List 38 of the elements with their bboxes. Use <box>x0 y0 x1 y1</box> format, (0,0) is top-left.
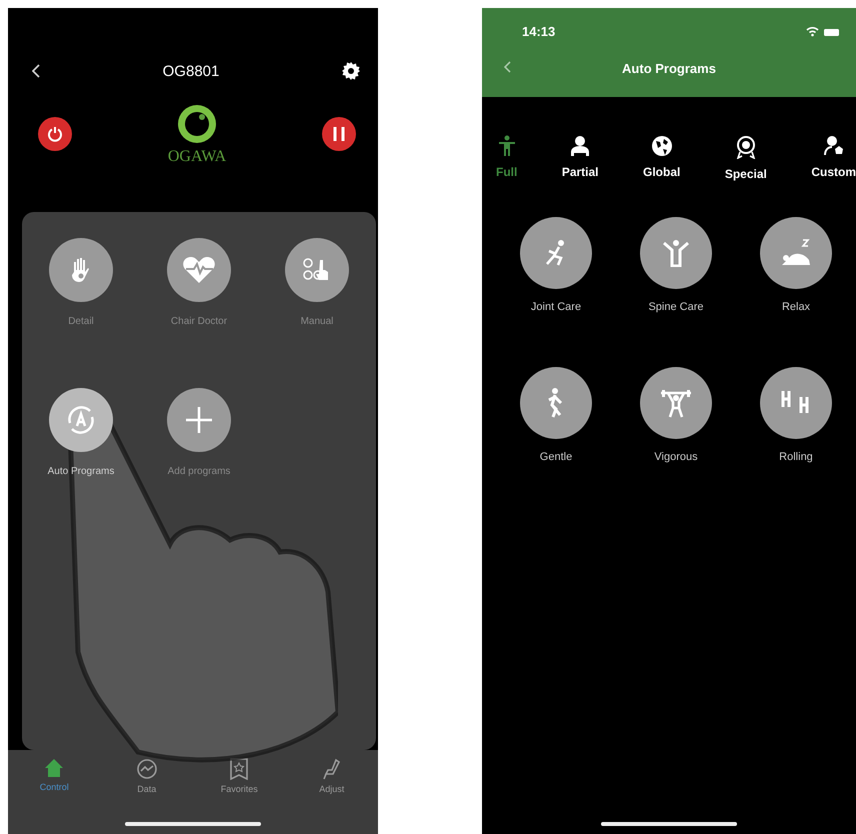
power-button[interactable] <box>38 117 72 151</box>
arms-raised-figure-icon <box>662 239 690 267</box>
back-button[interactable] <box>32 64 40 78</box>
status-time: 14:13 <box>522 24 556 39</box>
category-tab[interactable]: Full <box>496 135 518 181</box>
star-badge-icon <box>229 758 250 780</box>
device-title: OG8801 <box>162 62 220 80</box>
program-button[interactable]: Joint Care <box>496 217 616 327</box>
mode-button[interactable]: Auto Programs <box>22 388 140 498</box>
chair-icon <box>322 758 342 780</box>
home-icon <box>44 758 64 778</box>
screen-title: Auto Programs <box>622 61 716 76</box>
weightlifter-icon <box>659 388 693 418</box>
program-button[interactable]: Spine Care <box>616 217 736 327</box>
upper-body-icon <box>569 135 592 157</box>
category-tab[interactable]: Global <box>642 135 680 181</box>
logo-text: OGAWA <box>168 148 226 166</box>
program-button[interactable]: Rolling <box>736 367 856 477</box>
settings-button[interactable] <box>342 62 360 80</box>
pause-button[interactable] <box>322 117 356 151</box>
nav-tab[interactable]: Adjust <box>286 758 378 802</box>
medal-icon <box>734 135 757 159</box>
plus-icon <box>184 405 214 435</box>
heart-pulse-icon <box>182 255 216 285</box>
program-button[interactable]: Vigorous <box>616 367 736 477</box>
pause-icon <box>332 126 346 142</box>
category-tab[interactable]: Special <box>724 135 767 181</box>
program-button[interactable]: Relax <box>736 217 856 327</box>
wifi-battery-icon <box>806 26 840 36</box>
category-tab[interactable]: Custom <box>811 135 856 181</box>
nav-tab[interactable]: Data <box>100 758 193 802</box>
power-icon <box>47 126 63 142</box>
program-button[interactable]: Gentle <box>496 367 616 477</box>
line-chart-icon <box>136 758 158 780</box>
globe-icon <box>650 135 673 157</box>
category-tab[interactable]: Partial <box>562 135 598 181</box>
nav-tab[interactable]: Favorites <box>193 758 286 802</box>
body-icon <box>498 135 516 157</box>
